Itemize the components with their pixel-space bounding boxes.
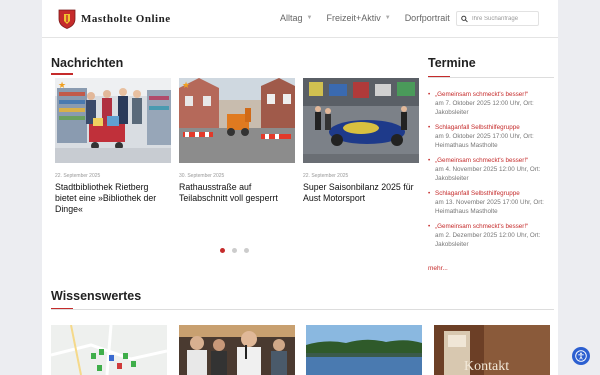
tile-map[interactable]: [51, 325, 167, 375]
search-box: [456, 11, 539, 26]
event-item: „Gemeinsam schmeckt's besser!“ am 2. Dez…: [428, 222, 554, 249]
accessibility-button[interactable]: [572, 347, 590, 365]
wissenswertes-heading: Wissenswertes: [51, 289, 142, 303]
event-details: am 2. Dezember 2025 12:00 Uhr, Ort: Jako…: [435, 232, 541, 248]
event-details: am 7. Oktober 2025 12:00 Uhr, Ort: Jakob…: [435, 100, 534, 116]
divider: [51, 309, 554, 310]
news-date: 22. September 2025: [55, 173, 101, 179]
event-item: Schlaganfall Selbsthilfegruppe am 9. Okt…: [428, 123, 554, 150]
nav-item-freizeit[interactable]: Freizeit+Aktiv ▼: [326, 13, 390, 23]
search-icon[interactable]: [461, 15, 468, 23]
termine-heading: Termine: [428, 56, 476, 70]
contact-caption: Kontakt: [464, 359, 510, 374]
nav-item-alltag[interactable]: Alltag ▼: [280, 13, 312, 23]
news-date: 30. September 2025: [179, 173, 225, 179]
crest-icon: [58, 9, 76, 29]
tile-contact[interactable]: Kontakt: [434, 325, 550, 375]
divider: [428, 77, 554, 78]
news-title[interactable]: Super Saisonbilanz 2025 für Aust Motorsp…: [303, 182, 419, 204]
news-image-library[interactable]: ★: [55, 78, 171, 163]
slider-dot[interactable]: [244, 248, 249, 253]
site-logo[interactable]: Mastholte Online: [58, 9, 171, 29]
news-heading-underline: [51, 73, 73, 75]
nav-label: Alltag: [280, 13, 303, 23]
news-title[interactable]: Stadtbibliothek Rietberg bietet eine »Bi…: [55, 182, 171, 215]
page-container: Mastholte Online Alltag ▼ Freizeit+Aktiv…: [42, 0, 558, 375]
featured-star-icon: ★: [182, 80, 191, 90]
news-card[interactable]: ★ 22. September 2025 Stadtbibliothek Rie…: [55, 78, 171, 215]
tile-people[interactable]: [179, 325, 295, 375]
chevron-down-icon: ▼: [306, 15, 313, 21]
event-title[interactable]: „Gemeinsam schmeckt's besser!“: [435, 91, 528, 98]
event-title[interactable]: Schlaganfall Selbsthilfegruppe: [435, 190, 520, 197]
event-details: am 13. November 2025 17:00 Uhr, Ort: Hei…: [435, 199, 544, 215]
news-title[interactable]: Rathausstraße auf Teilabschnitt voll ges…: [179, 182, 295, 204]
site-title: Mastholte Online: [81, 13, 171, 25]
news-heading: Nachrichten: [51, 56, 124, 70]
tile-lake[interactable]: [306, 325, 422, 375]
nav-label: Dorfportrait: [404, 13, 450, 23]
event-title[interactable]: „Gemeinsam schmeckt's besser!“: [435, 157, 528, 164]
accessibility-icon: [575, 350, 587, 362]
news-date: 22. September 2025: [303, 173, 349, 179]
featured-star-icon: ★: [58, 80, 67, 90]
slider-pagination: [220, 248, 256, 253]
nav-item-dorfportrait[interactable]: Dorfportrait: [405, 13, 450, 23]
event-item: „Gemeinsam schmeckt's besser!“ am 7. Okt…: [428, 90, 554, 117]
news-card[interactable]: ★ 30. September 2025 Rathausstraße auf T…: [179, 78, 295, 204]
nav-label: Freizeit+Aktiv: [326, 13, 381, 23]
event-title[interactable]: Schlaganfall Selbsthilfegruppe: [435, 124, 520, 131]
site-header: Mastholte Online Alltag ▼ Freizeit+Aktiv…: [42, 0, 558, 38]
slider-dot[interactable]: [232, 248, 237, 253]
chevron-down-icon: ▼: [384, 15, 391, 21]
event-title[interactable]: „Gemeinsam schmeckt's besser!“: [435, 223, 528, 230]
termine-list: „Gemeinsam schmeckt's besser!“ am 7. Okt…: [428, 90, 554, 255]
news-image-street[interactable]: ★: [179, 78, 295, 163]
news-card[interactable]: 22. September 2025 Super Saisonbilanz 20…: [303, 78, 419, 204]
event-details: am 4. November 2025 12:00 Uhr, Ort: Jako…: [435, 166, 541, 182]
event-item: „Gemeinsam schmeckt's besser!“ am 4. Nov…: [428, 156, 554, 183]
event-item: Schlaganfall Selbsthilfegruppe am 13. No…: [428, 189, 554, 216]
more-events-link[interactable]: mehr...: [428, 265, 448, 272]
slider-dot[interactable]: [220, 248, 225, 253]
news-image-motorsport[interactable]: [303, 78, 419, 163]
event-details: am 9. Oktober 2025 17:00 Uhr, Ort: Heima…: [435, 133, 534, 149]
main-nav: Alltag ▼ Freizeit+Aktiv ▼ Dorfportrait: [280, 13, 464, 23]
search-input[interactable]: [472, 15, 538, 22]
